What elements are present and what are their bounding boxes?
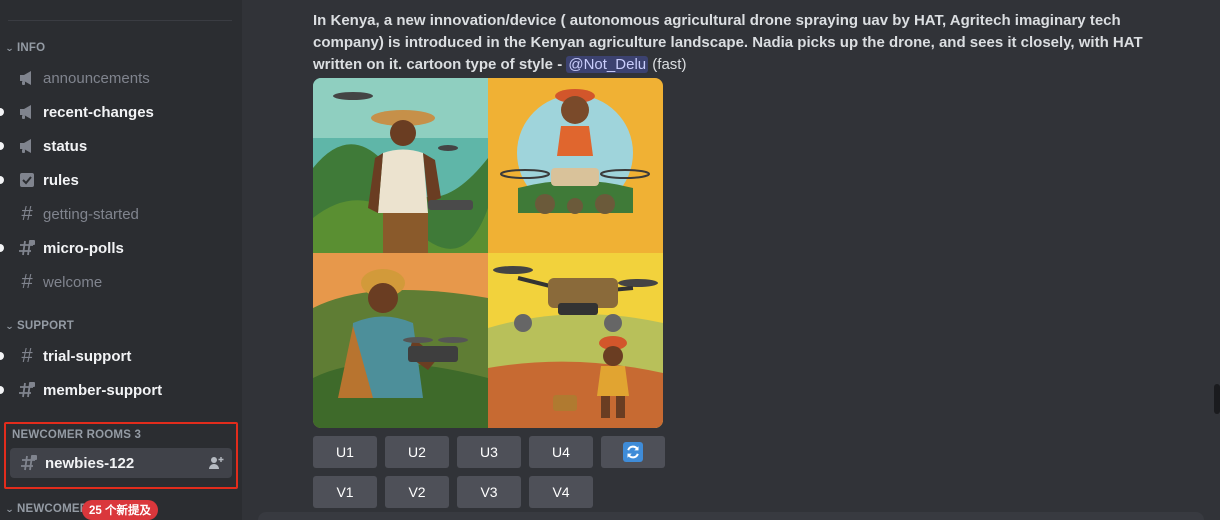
channel-label: welcome — [43, 273, 103, 291]
category-newcomer-label: NEWCOMER — [17, 503, 89, 515]
channel-label: announcements — [43, 69, 150, 87]
channel-label: status — [43, 137, 88, 155]
channel-label: micro-polls — [43, 239, 124, 257]
category-newcomer-rooms[interactable]: NEWCOMER ROOMS 3 — [12, 427, 141, 443]
channel-label: trial-support — [43, 347, 132, 365]
channel-status[interactable]: status — [8, 131, 232, 161]
unread-indicator — [0, 176, 4, 184]
message-input-bar[interactable] — [258, 512, 1204, 520]
chevron-down-icon: ⌄ — [5, 42, 15, 53]
category-support-label: SUPPORT — [17, 320, 74, 332]
user-mention[interactable]: @Not_Delu — [566, 56, 649, 73]
channel-recent-changes[interactable]: recent-changes — [8, 97, 232, 127]
unread-indicator — [0, 142, 4, 150]
hash-icon: # — [21, 345, 33, 367]
category-info[interactable]: ⌄ INFO — [5, 40, 46, 56]
channel-welcome[interactable]: # welcome — [8, 267, 232, 297]
channel-micro-polls[interactable]: micro-polls — [8, 233, 232, 263]
generated-image-4[interactable] — [488, 253, 663, 428]
hash-icon: # — [21, 203, 33, 225]
megaphone-icon — [18, 103, 36, 121]
image-grid[interactable] — [313, 78, 663, 428]
channel-newbies-122[interactable]: newbies-122 — [10, 448, 232, 478]
channel-sidebar: ⌄ INFO announcements recent-changes stat… — [0, 0, 242, 520]
channel-trial-support[interactable]: # trial-support — [8, 341, 232, 371]
unread-indicator — [0, 244, 4, 252]
unread-indicator — [0, 352, 4, 360]
refresh-icon — [623, 442, 643, 462]
megaphone-icon — [18, 137, 36, 155]
channel-label: member-support — [43, 381, 163, 399]
unread-indicator — [0, 386, 4, 394]
channel-label: getting-started — [43, 205, 139, 223]
checkbox-icon — [18, 171, 36, 189]
category-newcomer-rooms-label: NEWCOMER ROOMS 3 — [12, 429, 142, 441]
generated-image-3[interactable] — [313, 253, 488, 428]
message-area: In Kenya, a new innovation/device ( auto… — [242, 0, 1220, 520]
generated-image-2[interactable] — [488, 78, 663, 253]
variation-button-1[interactable]: V1 — [313, 476, 377, 508]
channel-label: rules — [43, 171, 79, 189]
upscale-button-3[interactable]: U3 — [457, 436, 521, 468]
upscale-button-4[interactable]: U4 — [529, 436, 593, 468]
divider — [8, 20, 232, 21]
channel-announcements[interactable]: announcements — [8, 63, 232, 93]
channel-rules[interactable]: rules — [8, 165, 232, 195]
variation-button-4[interactable]: V4 — [529, 476, 593, 508]
hash-lock-icon — [20, 454, 38, 472]
add-member-icon[interactable] — [208, 455, 224, 471]
reroll-button[interactable] — [601, 436, 665, 468]
generated-image-1[interactable] — [313, 78, 488, 253]
category-info-label: INFO — [17, 42, 46, 54]
hash-icon: # — [21, 271, 33, 293]
category-newcomer[interactable]: ⌄ NEWCOMER — [5, 501, 89, 517]
upscale-button-1[interactable]: U1 — [313, 436, 377, 468]
generation-mode: (fast) — [652, 56, 687, 73]
chevron-down-icon: ⌄ — [5, 320, 15, 331]
chevron-down-icon: ⌄ — [5, 503, 15, 514]
upscale-button-2[interactable]: U2 — [385, 436, 449, 468]
category-support[interactable]: ⌄ SUPPORT — [5, 318, 74, 334]
prompt-text: In Kenya, a new innovation/device ( auto… — [313, 12, 1143, 73]
message-content: In Kenya, a new innovation/device ( auto… — [313, 10, 1143, 76]
scrollbar-thumb[interactable] — [1214, 384, 1220, 414]
variation-button-2[interactable]: V2 — [385, 476, 449, 508]
new-mentions-badge[interactable]: 25 个新提及 — [82, 500, 158, 520]
variation-button-3[interactable]: V3 — [457, 476, 521, 508]
megaphone-icon — [18, 69, 36, 87]
hash-lock-icon — [18, 239, 36, 257]
channel-getting-started[interactable]: # getting-started — [8, 199, 232, 229]
hash-lock-icon — [18, 381, 36, 399]
channel-label: recent-changes — [43, 103, 154, 121]
channel-label: newbies-122 — [45, 454, 135, 472]
channel-member-support[interactable]: member-support — [8, 375, 232, 405]
unread-indicator — [0, 108, 4, 116]
